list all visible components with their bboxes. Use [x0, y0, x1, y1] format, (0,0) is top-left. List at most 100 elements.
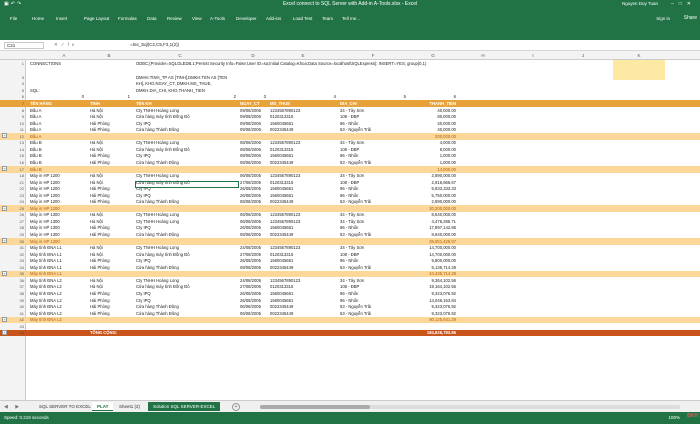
cell[interactable]: Cửa hàng Thành Đông — [136, 232, 236, 237]
cell[interactable]: Máy tính ĐNA L2 — [30, 298, 88, 303]
cell[interactable]: 26/08/2005 — [240, 258, 270, 263]
row-number[interactable]: 15 — [12, 153, 24, 158]
cell[interactable]: Máy tính ĐNA L2 — [30, 284, 88, 289]
cell[interactable]: 1,000.00 — [400, 153, 456, 158]
cell[interactable]: 0120313315 — [270, 252, 338, 257]
tab-add-ins[interactable]: Add-ins — [266, 16, 281, 21]
cell[interactable]: 53 - Nguyễn Trãi — [340, 311, 398, 316]
tab-page-layout[interactable]: Page Layout — [84, 16, 109, 21]
cell[interactable]: 96 - Nhổn — [340, 225, 398, 230]
connection-string[interactable]: ODBC;{Provider=SQLOLEDB.1;Persist Securi… — [136, 61, 606, 66]
cell[interactable]: Cty IPQ — [136, 193, 236, 198]
cell[interactable]: 53 - Nguyễn Trãi — [340, 160, 398, 165]
cell[interactable]: Máy tính ĐNA L1 — [30, 245, 88, 250]
cell[interactable]: 26/08/2005 — [240, 193, 270, 198]
close-icon[interactable]: ✕ — [687, 1, 696, 7]
cell[interactable]: 108 - ĐBP — [340, 252, 398, 257]
cell[interactable]: Cửa hàng Thành Đông — [136, 304, 236, 309]
tell-me-box[interactable]: Tell me... — [342, 16, 360, 21]
cell[interactable]: Hải Phòng — [90, 291, 134, 296]
cell[interactable]: Cty TNHH Hoàng Long — [136, 212, 236, 217]
cell[interactable]: Cửa hàng Thành Đông — [136, 127, 236, 132]
user-name[interactable]: Nguyen Duy Tuan — [622, 1, 658, 6]
cell[interactable]: 1560045681 — [270, 291, 338, 296]
cell[interactable]: 200,000.00 — [400, 134, 456, 139]
cell[interactable]: 96 - Nhổn — [340, 121, 398, 126]
cell[interactable]: Máy in HP 1200 — [30, 180, 88, 185]
cell[interactable]: 08/08/2006 — [240, 160, 270, 165]
cell[interactable]: Hải Phòng — [90, 127, 134, 132]
cell[interactable]: Hải Phòng — [90, 186, 134, 191]
col-header-a[interactable]: A — [44, 53, 84, 58]
sql-line-3[interactable]: DMKH.DIA_CHI, KHO.THANH_TIEN — [136, 88, 205, 93]
cell[interactable]: Cty IPQ — [136, 153, 236, 158]
row-number[interactable]: 41 — [12, 311, 24, 316]
cell[interactable]: 40,000.00 — [400, 108, 456, 113]
cell[interactable]: Máy in HP 1300 — [30, 219, 88, 224]
row-number[interactable]: 29 — [12, 232, 24, 237]
cell[interactable]: Máy in HP 1300 — [30, 225, 88, 230]
tab-a-tools[interactable]: A-Tools — [210, 16, 225, 21]
cell[interactable]: 8,000.00 — [400, 147, 456, 152]
sheet-tab-solution[interactable]: Solution SQL SERVER-EXCEL — [148, 402, 221, 411]
cell[interactable]: Đầu B — [30, 140, 88, 145]
cell[interactable]: Máy in HP 1200 — [30, 199, 88, 204]
row-number[interactable]: 33 — [12, 258, 24, 263]
row-number[interactable]: 9 — [12, 114, 24, 119]
cell[interactable]: 184,626,783.86 — [400, 330, 456, 335]
cell[interactable]: 14,700,000.00 — [400, 245, 456, 250]
cell[interactable]: Cửa hàng máy tính Đống Đô — [136, 252, 236, 257]
cell[interactable]: Máy tính ĐNA L2 — [30, 311, 88, 316]
cell[interactable]: 0022345449 — [270, 127, 338, 132]
cell[interactable]: 0022345449 — [270, 160, 338, 165]
cell[interactable]: 34 - Tây Sơn — [340, 108, 398, 113]
cell[interactable]: 08/08/2006 — [240, 147, 270, 152]
add-sheet-icon[interactable]: + — [232, 403, 240, 411]
tab-data[interactable]: Data — [147, 16, 157, 21]
row-number[interactable]: 17 — [12, 167, 24, 172]
cell[interactable]: Máy tính ĐNA L2 — [30, 317, 88, 322]
horizontal-scrollbar[interactable] — [260, 405, 680, 409]
cell[interactable]: 5,750,000.00 — [400, 193, 456, 198]
cell[interactable]: 08/08/2005 — [240, 232, 270, 237]
cell[interactable]: 08/08/2006 — [240, 140, 270, 145]
header-ten-kh[interactable]: TÊN KH — [136, 101, 152, 106]
row-number[interactable]: 30 — [12, 239, 24, 244]
cell[interactable]: Máy in HP 1200 — [30, 193, 88, 198]
row-number[interactable]: 28 — [12, 225, 24, 230]
cell[interactable]: 96 - Nhổn — [340, 193, 398, 198]
row-number[interactable]: 44 — [12, 330, 24, 335]
cell[interactable]: Hà Nội — [90, 108, 134, 113]
cell[interactable]: 39,651,428.57 — [400, 239, 456, 244]
cell[interactable]: 0120313315 — [270, 114, 338, 119]
connections-label[interactable]: CONNECTIONS — [30, 61, 61, 66]
cell[interactable]: Hải Phòng — [90, 298, 134, 303]
cell[interactable]: 80,125,641.29 — [400, 317, 456, 322]
row-number[interactable]: 43 — [12, 324, 24, 329]
cell[interactable]: 1234567890123 — [270, 108, 338, 113]
cell[interactable]: 53 - Nguyễn Trãi — [340, 127, 398, 132]
cell[interactable]: 80,000.00 — [400, 114, 456, 119]
cell[interactable]: 14,046,153.84 — [400, 298, 456, 303]
cancel-icon[interactable]: ✕ — [54, 42, 61, 47]
cell[interactable]: 06/08/2005 — [240, 212, 270, 217]
cell[interactable]: 14,000.00 — [400, 167, 456, 172]
name-box[interactable]: C21 — [4, 42, 44, 49]
sheet-tab-plat[interactable]: PLAT — [92, 402, 114, 411]
tab-developer[interactable]: Developer — [236, 16, 257, 21]
cell[interactable]: 53 - Nguyễn Trãi — [340, 265, 398, 270]
row-number[interactable]: 16 — [12, 160, 24, 165]
row-number[interactable]: 40 — [12, 304, 24, 309]
index-cell[interactable]: 1 — [100, 94, 130, 99]
cell[interactable]: Máy tính ĐNA L1 — [30, 252, 88, 257]
cell[interactable]: Máy in HP 1300 — [30, 212, 88, 217]
sign-in-link[interactable]: Sign in — [656, 16, 670, 21]
cell[interactable]: 14,700,000.00 — [400, 252, 456, 257]
col-header-h[interactable]: H — [458, 53, 508, 58]
cell[interactable]: 8,640,000.00 — [400, 212, 456, 217]
header-dia-chi[interactable]: DIA_CHI — [340, 101, 357, 106]
cell[interactable]: Đầu A — [30, 127, 88, 132]
row-number[interactable]: 24 — [12, 199, 24, 204]
cell[interactable]: 1560045681 — [270, 153, 338, 158]
cell[interactable]: 2,916,666.67 — [400, 180, 456, 185]
